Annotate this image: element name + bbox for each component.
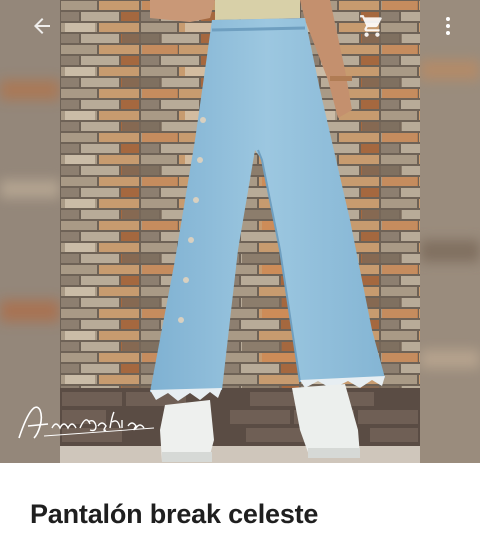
image-toolbar xyxy=(0,0,480,52)
more-options-button[interactable] xyxy=(428,6,468,46)
product-info: Pantalón break celeste xyxy=(0,463,480,549)
arrow-left-icon xyxy=(34,18,50,34)
product-title: Pantalón break celeste xyxy=(30,499,319,529)
product-image-gallery[interactable] xyxy=(0,0,480,463)
cart-button[interactable] xyxy=(352,6,392,46)
watermark-logo xyxy=(18,406,155,439)
cart-icon xyxy=(360,15,382,37)
back-button[interactable] xyxy=(22,6,62,46)
product-photo xyxy=(0,0,480,463)
more-vertical-icon xyxy=(446,17,450,35)
